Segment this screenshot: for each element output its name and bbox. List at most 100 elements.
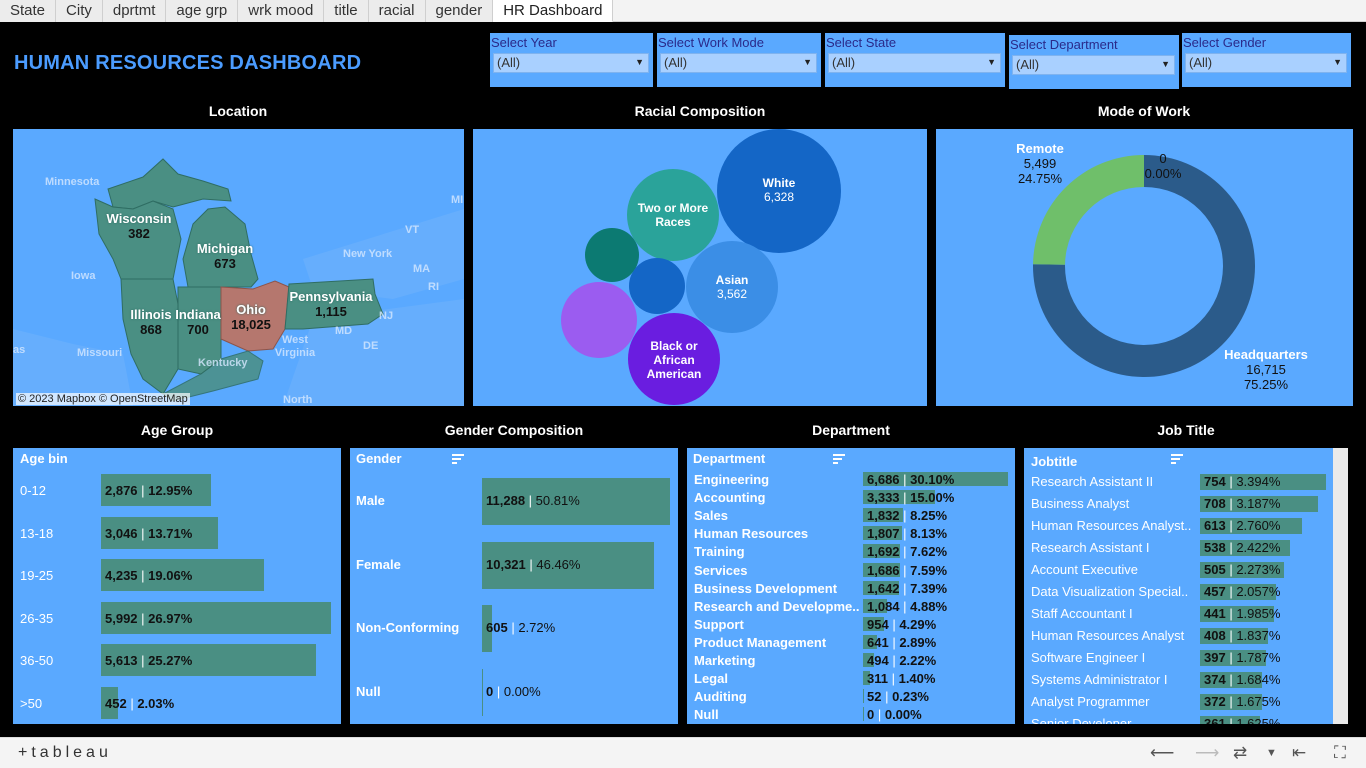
job_title-row[interactable]: Account Executive 505 | 2.273%: [1024, 561, 1333, 583]
department-row[interactable]: Business Development 1,642 | 7.39%: [687, 580, 1015, 599]
department-value: 3,333 | 15.00%: [867, 490, 955, 506]
department-chart[interactable]: Department Engineering 6,686 | 30.10% Acco…: [687, 448, 1015, 724]
filter-department-label: Select Department: [1010, 37, 1118, 52]
revert-icon[interactable]: ⇄: [1233, 743, 1247, 763]
department-row[interactable]: Services 1,686 | 7.59%: [687, 562, 1015, 581]
map-label-ma: MA: [413, 263, 431, 275]
dropdown-icon[interactable]: ▼: [1266, 747, 1277, 759]
filter-year-select[interactable]: (All) ▼: [493, 53, 649, 73]
age_group-row[interactable]: 36-50 5,613 | 25.27%: [13, 644, 341, 687]
department-row[interactable]: Accounting 3,333 | 15.00%: [687, 490, 1015, 508]
location-title: Location: [208, 103, 268, 119]
job_title-row[interactable]: Human Resources Analyst 408 | 1.837%: [1024, 627, 1333, 649]
job_title-row[interactable]: Data Visualization Special.. 457 | 2.057%: [1024, 583, 1333, 605]
job_title-row[interactable]: Research Assistant II 754 | 3.394%: [1024, 473, 1333, 495]
tab-gender[interactable]: gender: [425, 0, 494, 22]
age_group-row-label: 26-35: [20, 610, 54, 626]
filter-state-select[interactable]: (All) ▼: [828, 53, 1001, 73]
department-row-label: Sales: [694, 508, 728, 524]
tab-title[interactable]: title: [324, 0, 369, 22]
tab-city[interactable]: City: [56, 0, 103, 22]
department-row-label: Research and Developme..: [694, 598, 860, 614]
work-mode-donut[interactable]: Remote 5,499 24.75% 0 0.00% Headquarters 16,…: [936, 129, 1353, 406]
filter-department: Select Department (All) ▼: [1009, 35, 1179, 89]
department-row[interactable]: Engineering 6,686 | 30.10%: [687, 472, 1015, 490]
job-title-scrollbar[interactable]: [1333, 448, 1348, 724]
filter-department-select[interactable]: (All) ▼: [1012, 55, 1175, 75]
gender-row[interactable]: Non-Conforming 605 | 2.72%: [350, 603, 678, 667]
filter-year-value: (All): [497, 55, 521, 70]
state-label-indiana: Indiana 700: [175, 307, 221, 337]
reset-icon[interactable]: ⇤: [1292, 743, 1306, 763]
age_group-value: 4,235 | 19.06%: [105, 568, 193, 583]
age-group-title: Age Group: [140, 422, 214, 438]
job_title-row[interactable]: Software Engineer I 397 | 1.787%: [1024, 649, 1333, 671]
sort-icon[interactable]: [833, 454, 845, 464]
tab-dprtmt[interactable]: dprtmt: [102, 0, 167, 22]
tableau-footer: +tableau ⟵ ⟶ ⇄ ▼ ⇤ ⛶: [0, 737, 1366, 768]
filter-gender-select[interactable]: (All) ▼: [1185, 53, 1347, 73]
job_title-row[interactable]: Staff Accountant I 441 | 1.985%: [1024, 605, 1333, 627]
department-row[interactable]: Support 954 | 4.29%: [687, 616, 1015, 635]
tableau-logo[interactable]: +tableau: [18, 744, 112, 762]
tab-age-grp[interactable]: age grp: [166, 0, 239, 22]
age_group-row[interactable]: >50 452 | 2.03%: [13, 686, 341, 725]
job_title-row[interactable]: Research Assistant I 538 | 2.422%: [1024, 539, 1333, 561]
department-row[interactable]: Product Management 641 | 2.89%: [687, 634, 1015, 653]
department-row[interactable]: Null 0 | 0.00%: [687, 707, 1015, 724]
department-row-label: Support: [694, 616, 744, 632]
sort-icon[interactable]: [452, 454, 464, 464]
location-map[interactable]: Minnesota Iowa Missouri New York VT MA R…: [13, 129, 464, 406]
racial-bubble-chart[interactable]: White 6,328 Asian 3,562 Two or More Races …: [473, 129, 927, 406]
map-label-ri: RI: [428, 281, 439, 293]
department-value: 52 | 0.23%: [867, 689, 929, 705]
bubble-label-white: White 6,328: [762, 176, 796, 204]
age_group-row[interactable]: 13-18 3,046 | 13.71%: [13, 516, 341, 560]
age_group-value: 2,876 | 12.95%: [105, 483, 193, 498]
tab-hr-dashboard[interactable]: HR Dashboard: [493, 0, 614, 22]
department-row[interactable]: Training 1,692 | 7.62%: [687, 544, 1015, 562]
age-group-chart[interactable]: Age bin 0-12 2,876 | 12.95% 13-18 3,046 | 1…: [13, 448, 341, 724]
job_title-row[interactable]: Senior Developer 361 | 1.625%: [1024, 715, 1333, 724]
age_group-row[interactable]: 26-35 5,992 | 26.97%: [13, 601, 341, 645]
chevron-down-icon: ▼: [1161, 59, 1170, 69]
job_title-row[interactable]: Systems Administrator I 374 | 1.684%: [1024, 671, 1333, 693]
age_group-row[interactable]: 19-25 4,235 | 19.06%: [13, 559, 341, 602]
gender-row[interactable]: Male 11,288 | 50.81%: [350, 476, 678, 540]
age_group-row[interactable]: 0-12 2,876 | 12.95%: [13, 474, 341, 517]
sort-icon[interactable]: [1171, 454, 1183, 464]
gender-row[interactable]: Female 10,321 | 46.46%: [350, 540, 678, 604]
filter-gender: Select Gender (All) ▼: [1182, 33, 1351, 87]
map-label-north: North: [283, 394, 313, 406]
department-row[interactable]: Sales 1,832 | 8.25%: [687, 508, 1015, 526]
job_title-value: 708 | 3.187%: [1204, 496, 1281, 511]
state-label-wisconsin: Wisconsin 382: [106, 211, 172, 241]
map-attribution[interactable]: © 2023 Mapbox © OpenStreetMap: [16, 393, 190, 405]
job-title-chart[interactable]: Jobtitle Research Assistant II 754 | 3.39…: [1024, 448, 1333, 724]
undo-icon[interactable]: ⟵: [1150, 743, 1174, 763]
bubble-label-black: Black or African American: [646, 339, 702, 381]
job_title-row-label: Staff Accountant I: [1031, 606, 1133, 621]
fullscreen-icon[interactable]: ⛶: [1334, 743, 1346, 763]
filter-department-value: (All): [1016, 57, 1040, 72]
department-row[interactable]: Human Resources 1,807 | 8.13%: [687, 526, 1015, 544]
department-row[interactable]: Auditing 52 | 0.23%: [687, 689, 1015, 707]
department-row[interactable]: Marketing 494 | 2.22%: [687, 653, 1015, 671]
map-label-as: as: [13, 344, 26, 356]
department-value: 494 | 2.22%: [867, 653, 937, 668]
tab-state[interactable]: State: [0, 0, 57, 22]
job_title-row[interactable]: Business Analyst 708 | 3.187%: [1024, 495, 1333, 517]
department-row-label: Legal: [694, 671, 728, 687]
redo-icon[interactable]: ⟶: [1195, 743, 1219, 763]
department-row[interactable]: Legal 311 | 1.40%: [687, 671, 1015, 689]
job_title-row[interactable]: Human Resources Analyst.. 613 | 2.760%: [1024, 517, 1333, 539]
filter-work-mode-select[interactable]: (All) ▼: [660, 53, 817, 73]
tab-racial[interactable]: racial: [368, 0, 426, 22]
job_title-value: 361 | 1.625%: [1204, 716, 1281, 724]
gender-chart[interactable]: Gender Male 11,288 | 50.81% Female 10,321 |…: [350, 448, 678, 724]
job_title-row[interactable]: Analyst Programmer 372 | 1.675%: [1024, 693, 1333, 715]
gender-row[interactable]: Null 0 | 0.00%: [350, 667, 678, 725]
department-row[interactable]: Research and Developme.. 1,084 | 4.88%: [687, 598, 1015, 617]
age_group-row-label: 36-50: [20, 653, 54, 668]
tab-wrk-mood[interactable]: wrk mood: [238, 0, 325, 22]
